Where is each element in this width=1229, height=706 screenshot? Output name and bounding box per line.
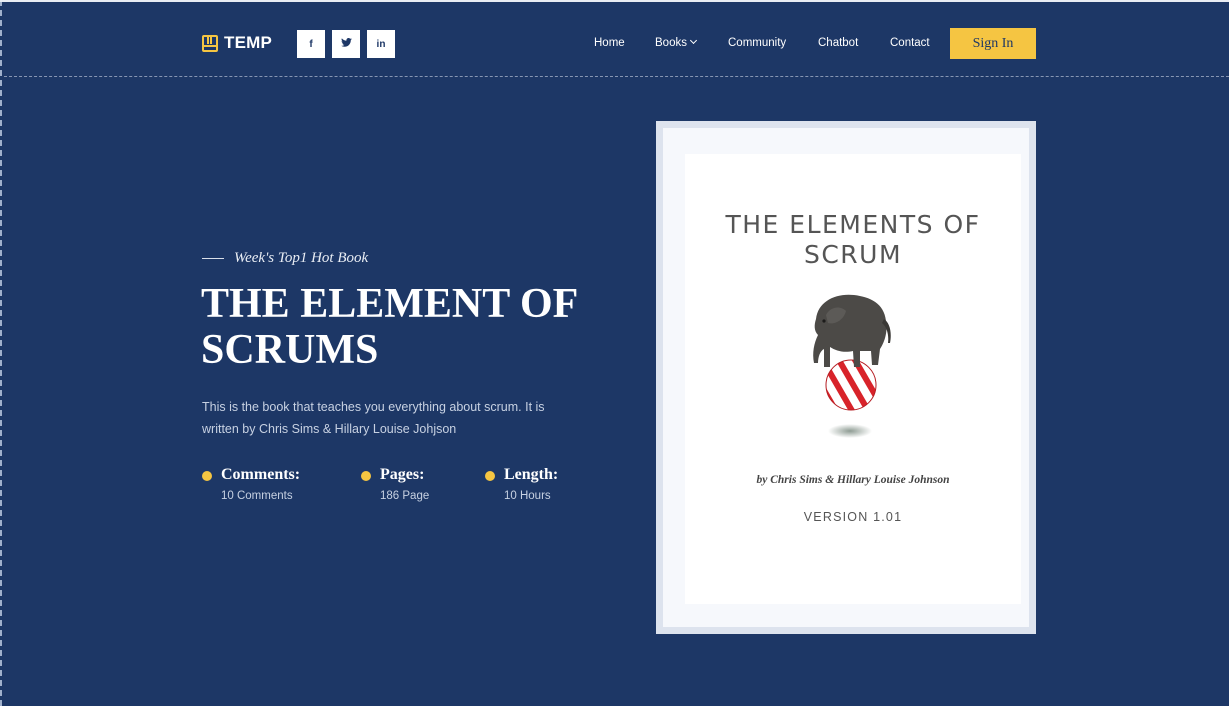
nav-contact[interactable]: Contact [890,37,930,49]
sign-in-button[interactable]: Sign In [950,28,1036,59]
stat-value: 10 Comments [221,490,293,502]
book-cover-card[interactable]: THE ELEMENTS OF SCRUM by Chris Sims & Hi… [656,121,1036,634]
stat-value: 10 Hours [504,490,551,502]
tagline-rule [202,258,224,259]
brand-name: TEMP [224,33,273,52]
facebook-link[interactable]: f [297,30,325,58]
bullet-dot-icon [202,471,212,481]
elephant-on-ball-icon [813,294,891,438]
stat-label: Pages: [380,466,425,483]
hero-description: This is the book that teaches you everyt… [202,400,545,436]
twitter-icon [340,38,352,50]
stat-label: Comments: [221,466,301,483]
bullet-dot-icon [485,471,495,481]
nav-books[interactable]: Books [655,36,698,49]
stat-label: Length: [504,466,559,483]
tagline-text: Week's Top1 Hot Book [234,250,369,266]
facebook-icon: f [309,38,313,50]
bullet-dot-icon [361,471,371,481]
header-divider [4,76,1229,77]
cover-author: by Chris Sims & Hillary Louise Johnson [756,474,950,486]
nav-community[interactable]: Community [728,37,786,49]
nav-books-label: Books [655,37,687,49]
nav-home[interactable]: Home [594,37,625,49]
cover-version: VERSION 1.01 [803,510,903,524]
linkedin-link[interactable]: in [367,30,395,58]
hero-title: THE ELEMENT OF SCRUMS [201,281,577,373]
hero-tagline: Week's Top1 Hot Book [202,250,368,267]
linkedin-icon: in [376,38,386,50]
book-icon [202,34,218,52]
book-cover: THE ELEMENTS OF SCRUM by Chris Sims & Hi… [685,154,1021,604]
brand-logo[interactable]: TEMP [202,33,272,53]
twitter-link[interactable] [332,30,360,58]
nav-chatbot[interactable]: Chatbot [818,37,858,49]
site-header: TEMP f in Home Books Community Chatbot C… [0,0,1229,78]
stat-value: 186 Page [380,490,430,502]
chevron-down-icon [689,36,698,45]
cover-title: THE ELEMENTS OF SCRUM [725,210,981,269]
book-cover-frame: THE ELEMENTS OF SCRUM by Chris Sims & Hi… [663,128,1029,627]
